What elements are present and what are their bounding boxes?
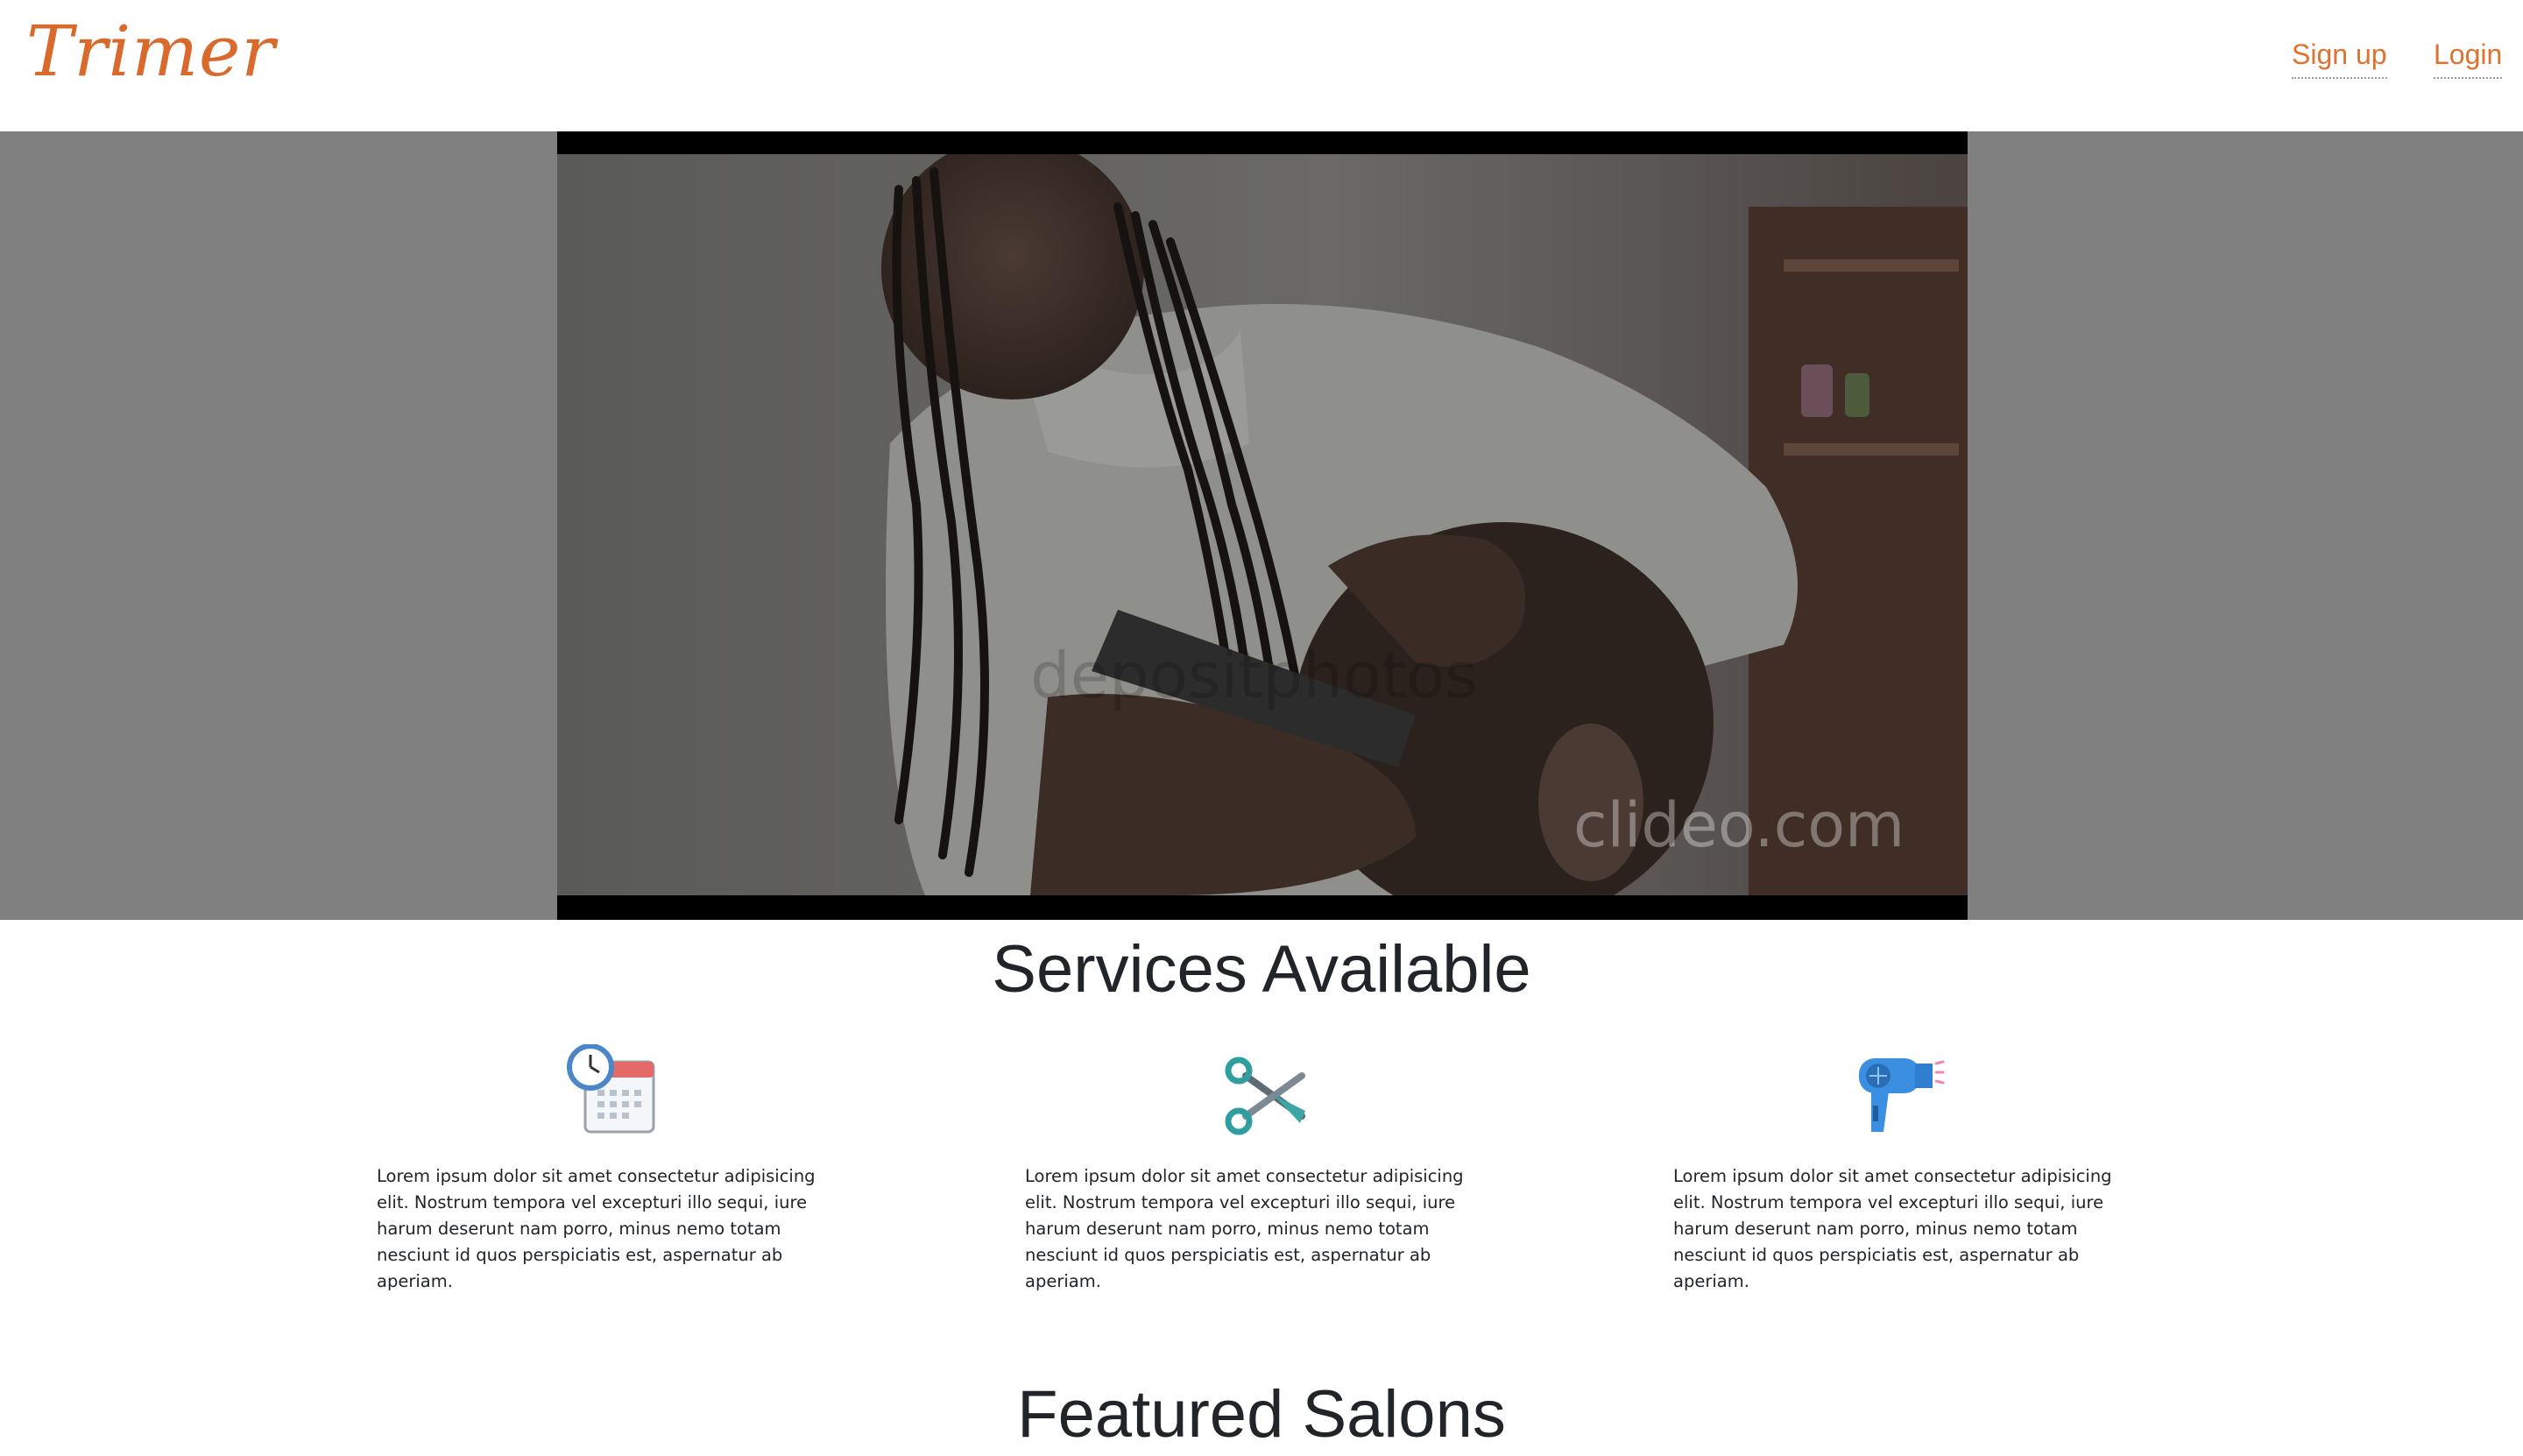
featured-salons-title: Featured Salons (1017, 1377, 1506, 1452)
watermark-depositphotos: depositphotos (1030, 639, 1478, 712)
barber-video-still: depositphotos clideo.com (557, 154, 1968, 895)
brand-logo[interactable]: Trimer (26, 4, 276, 100)
video-frame: depositphotos clideo.com (557, 154, 1968, 895)
service-description: Lorem ipsum dolor sit amet consectetur a… (377, 1166, 816, 1291)
nav-signup-link[interactable]: Sign up (2292, 33, 2387, 79)
navbar: Trimer Sign up Login (0, 0, 2523, 131)
calendar-clock-icon (567, 1044, 655, 1134)
service-description: Lorem ipsum dolor sit amet consectetur a… (1673, 1166, 2112, 1291)
scissors-icon (1225, 1057, 1305, 1135)
hero-section: depositphotos clideo.com (0, 131, 2523, 920)
services-title: Services Available (992, 932, 1531, 1007)
service-description: Lorem ipsum dolor sit amet consectetur a… (1025, 1166, 1464, 1291)
hair-dryer-icon (1859, 1058, 1945, 1132)
watermark-clideo: clideo.com (1573, 789, 1905, 861)
nav-login-link[interactable]: Login (2434, 33, 2503, 79)
hero-video[interactable]: depositphotos clideo.com (557, 131, 1968, 920)
